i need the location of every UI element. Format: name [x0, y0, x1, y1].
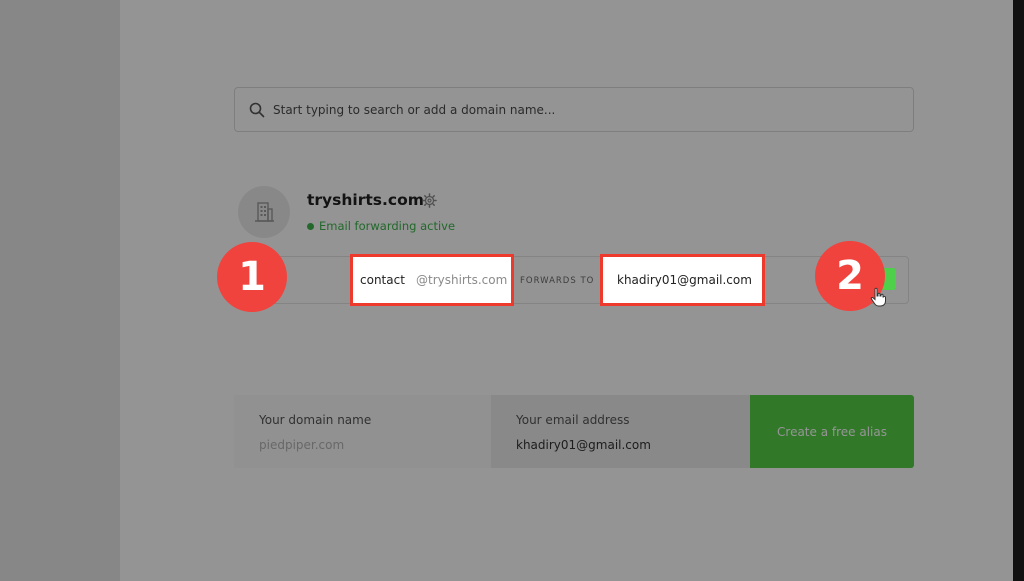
alias-domain-suffix: @tryshirts.com: [416, 273, 508, 287]
step-1-badge: 1: [217, 242, 287, 312]
right-edge-bar: [1013, 0, 1024, 581]
alias-input[interactable]: [360, 273, 416, 287]
hand-cursor-icon: [870, 287, 886, 307]
destination-email-input[interactable]: [617, 273, 757, 287]
destination-field-highlight[interactable]: [600, 254, 765, 306]
alias-field-highlight[interactable]: @tryshirts.com: [350, 254, 514, 306]
